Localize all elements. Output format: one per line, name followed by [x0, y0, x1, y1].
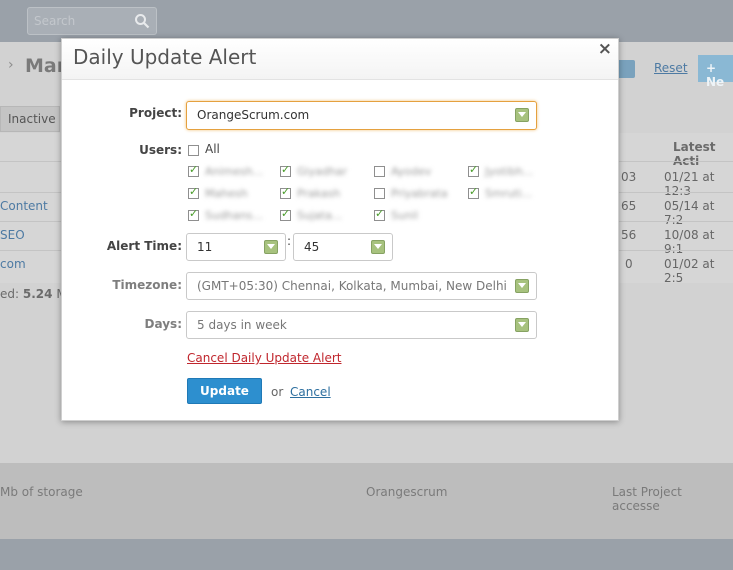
user-name: Sunil [391, 209, 419, 222]
project-link[interactable]: Content [0, 199, 48, 213]
update-button[interactable]: Update [187, 378, 262, 404]
footer-last-project: Last Project accesse [612, 485, 682, 513]
table-cell-count: 0 [625, 257, 633, 271]
days-select-value: 5 days in week [197, 318, 287, 332]
hour-select[interactable]: 11 [186, 233, 286, 261]
timezone-select-value: (GMT+05:30) Chennai, Kolkata, Mumbai, Ne… [197, 279, 507, 293]
user-checkbox[interactable] [280, 207, 291, 221]
table-cell-count: 65 [621, 199, 637, 213]
time-separator: : [286, 234, 291, 248]
user-checkbox[interactable] [188, 163, 199, 177]
users-label: Users: [139, 143, 182, 157]
user-checkbox[interactable] [468, 163, 479, 177]
dialog-header: Daily Update Alert × [62, 39, 618, 80]
days-select[interactable]: 5 days in week [186, 311, 537, 339]
chevron-down-icon [515, 318, 529, 332]
table-cell-count: 03 [621, 170, 637, 184]
user-checkbox[interactable] [374, 207, 385, 221]
user-name: Priyabrata [391, 187, 448, 200]
page-footer: Mb of storage Orangescrum Last Project a… [0, 463, 733, 539]
user-name: Smruti... [485, 187, 533, 200]
hour-select-value: 11 [197, 240, 213, 254]
user-name: Sujata... [297, 209, 343, 222]
storage-used-text: ed: 5.24 M [0, 287, 67, 301]
table-cell-count: 56 [621, 228, 637, 242]
footer-storage: Mb of storage [0, 485, 83, 499]
footer-brand: Orangescrum [366, 485, 448, 499]
top-navbar: Search [0, 0, 733, 42]
chevron-down-icon [264, 240, 278, 254]
user-name: Giyadhar [297, 165, 348, 178]
user-checkbox[interactable] [280, 163, 291, 177]
project-link[interactable]: com [0, 257, 26, 271]
table-cell-date: 01/02 at 2:5 [664, 257, 715, 285]
new-project-button[interactable]: + Ne [698, 55, 733, 89]
bottom-bar [0, 539, 733, 570]
user-name: Sudhans... [205, 209, 263, 222]
dialog-title: Daily Update Alert [73, 45, 257, 69]
project-select-value: OrangeScrum.com [197, 108, 310, 122]
close-icon[interactable]: × [598, 39, 612, 59]
all-users-checkbox[interactable] [188, 145, 199, 156]
table-cell-date: 01/21 at 12:3 [664, 170, 715, 198]
project-link[interactable]: SEO [0, 228, 25, 242]
alert-time-label: Alert Time: [106, 239, 182, 253]
user-name: Mahesh [205, 187, 248, 200]
timezone-select[interactable]: (GMT+05:30) Chennai, Kolkata, Mumbai, Ne… [186, 272, 537, 300]
reset-link[interactable]: Reset [654, 61, 688, 75]
user-checkbox[interactable] [374, 166, 385, 177]
chevron-down-icon [371, 240, 385, 254]
chevron-down-icon [515, 279, 529, 293]
table-search-button[interactable] [617, 60, 635, 78]
global-search-input[interactable]: Search [27, 7, 157, 35]
breadcrumb-separator: › [8, 57, 14, 73]
user-checkbox[interactable] [188, 207, 199, 221]
project-select[interactable]: OrangeScrum.com [186, 101, 537, 130]
table-cell-date: 10/08 at 9:1 [664, 228, 715, 256]
user-name: Prakash [297, 187, 341, 200]
user-name: Jyotibh... [485, 165, 534, 178]
minute-select[interactable]: 45 [293, 233, 393, 261]
days-label: Days: [144, 317, 182, 331]
user-checkbox[interactable] [188, 185, 199, 199]
cancel-daily-update-alert-link[interactable]: Cancel Daily Update Alert [187, 351, 341, 365]
storage-used-label: ed: [0, 287, 20, 301]
timezone-label: Timezone: [112, 278, 182, 292]
cancel-link[interactable]: Cancel [290, 385, 331, 399]
project-label: Project: [129, 106, 182, 120]
table-cell-date: 05/14 at 7:2 [664, 199, 715, 227]
storage-used-value: 5.24 [22, 287, 53, 301]
all-users-label: All [205, 142, 220, 156]
daily-update-alert-dialog: Daily Update Alert × Project: OrangeScru… [61, 38, 619, 421]
search-icon[interactable] [134, 13, 150, 29]
user-name: Ayodev [391, 165, 432, 178]
tab-inactive[interactable]: Inactive [0, 106, 60, 132]
or-text: or [271, 385, 284, 399]
user-name: Animesh... [205, 165, 264, 178]
search-placeholder: Search [34, 14, 76, 28]
user-checkbox[interactable] [280, 185, 291, 199]
user-checkbox[interactable] [374, 188, 385, 199]
minute-select-value: 45 [304, 240, 320, 254]
chevron-down-icon [515, 108, 529, 122]
user-checkbox[interactable] [468, 185, 479, 199]
latest-activity-column-header[interactable]: Latest Acti [673, 140, 733, 168]
